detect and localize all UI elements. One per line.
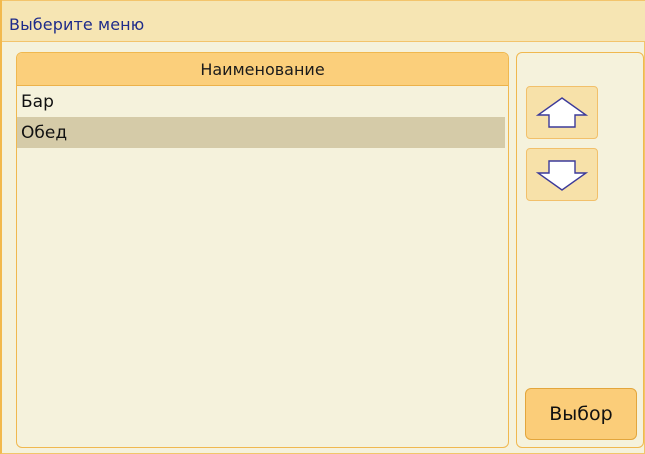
list-item-selected[interactable]: Обед: [17, 117, 505, 148]
menu-list-panel: Наименование Бар Обед: [16, 52, 509, 448]
navigation-panel: Выбор: [516, 52, 644, 448]
title-bar: Выберите меню: [2, 0, 645, 42]
arrow-up-icon: [535, 96, 589, 128]
select-button[interactable]: Выбор: [525, 388, 637, 440]
list-column-header: Наименование: [17, 53, 508, 86]
scroll-up-button[interactable]: [526, 86, 598, 139]
list-item[interactable]: Бар: [17, 86, 508, 117]
scroll-down-button[interactable]: [526, 148, 598, 201]
arrow-down-icon: [535, 159, 589, 191]
dialog-title: Выберите меню: [9, 15, 145, 34]
menu-select-dialog: Выберите меню Наименование Бар Обед Выбо…: [0, 0, 645, 454]
